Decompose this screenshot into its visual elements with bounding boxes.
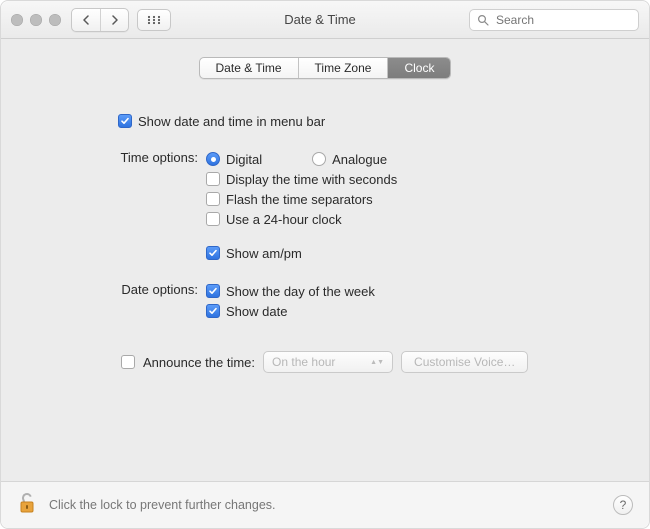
tab-segment: Date & Time Time Zone Clock	[199, 57, 452, 79]
minimize-icon[interactable]	[30, 14, 42, 26]
grid-icon	[147, 15, 161, 25]
label-ampm: Show am/pm	[226, 246, 302, 261]
checkbox-show-date[interactable]	[206, 304, 220, 318]
clock-pane: Show date and time in menu bar Time opti…	[1, 79, 649, 373]
label-show-date: Show date	[226, 304, 287, 319]
checkbox-announce[interactable]	[121, 355, 135, 369]
tab-clock[interactable]: Clock	[387, 58, 450, 78]
tab-time-zone[interactable]: Time Zone	[298, 58, 388, 78]
zoom-icon[interactable]	[49, 14, 61, 26]
content-pane: Date & Time Time Zone Clock Show date an…	[1, 39, 649, 482]
label-seconds: Display the time with seconds	[226, 172, 397, 187]
checkbox-flash-separators[interactable]	[206, 192, 220, 206]
window-controls	[11, 14, 61, 26]
chevron-updown-icon: ▲▼	[370, 360, 384, 365]
checkbox-seconds[interactable]	[206, 172, 220, 186]
search-wrap	[469, 9, 639, 31]
label-show-day: Show the day of the week	[226, 284, 375, 299]
label-flash-separators: Flash the time separators	[226, 192, 373, 207]
checkbox-24h[interactable]	[206, 212, 220, 226]
back-button[interactable]	[72, 9, 100, 31]
checkbox-ampm[interactable]	[206, 246, 220, 260]
show-all-button[interactable]	[137, 9, 171, 31]
checkbox-show-menubar[interactable]	[118, 114, 132, 128]
announce-interval-popup[interactable]: On the hour ▲▼	[263, 351, 393, 373]
close-icon[interactable]	[11, 14, 23, 26]
checkbox-show-day[interactable]	[206, 284, 220, 298]
forward-button[interactable]	[100, 9, 128, 31]
search-icon	[477, 14, 489, 26]
titlebar: Date & Time	[1, 1, 649, 39]
window-title: Date & Time	[171, 12, 469, 27]
footer: Click the lock to prevent further change…	[1, 482, 649, 528]
search-input[interactable]	[469, 9, 639, 31]
tab-date-and-time[interactable]: Date & Time	[200, 58, 298, 78]
nav-segment	[71, 8, 129, 32]
label-announce: Announce the time:	[143, 355, 255, 370]
announce-interval-value: On the hour	[272, 355, 335, 369]
lock-icon[interactable]	[17, 491, 37, 520]
customise-voice-button[interactable]: Customise Voice…	[401, 351, 528, 373]
heading-date-options: Date options:	[31, 281, 206, 297]
tabs: Date & Time Time Zone Clock	[1, 39, 649, 79]
footer-message: Click the lock to prevent further change…	[49, 498, 601, 512]
announce-row: Announce the time: On the hour ▲▼ Custom…	[121, 351, 619, 373]
help-button[interactable]: ?	[613, 495, 633, 515]
radio-digital[interactable]	[206, 152, 220, 166]
label-show-menubar: Show date and time in menu bar	[138, 114, 325, 129]
radio-analogue[interactable]	[312, 152, 326, 166]
label-analogue: Analogue	[332, 152, 387, 167]
label-digital: Digital	[226, 152, 262, 167]
label-24h: Use a 24-hour clock	[226, 212, 342, 227]
heading-time-options: Time options:	[31, 149, 206, 165]
